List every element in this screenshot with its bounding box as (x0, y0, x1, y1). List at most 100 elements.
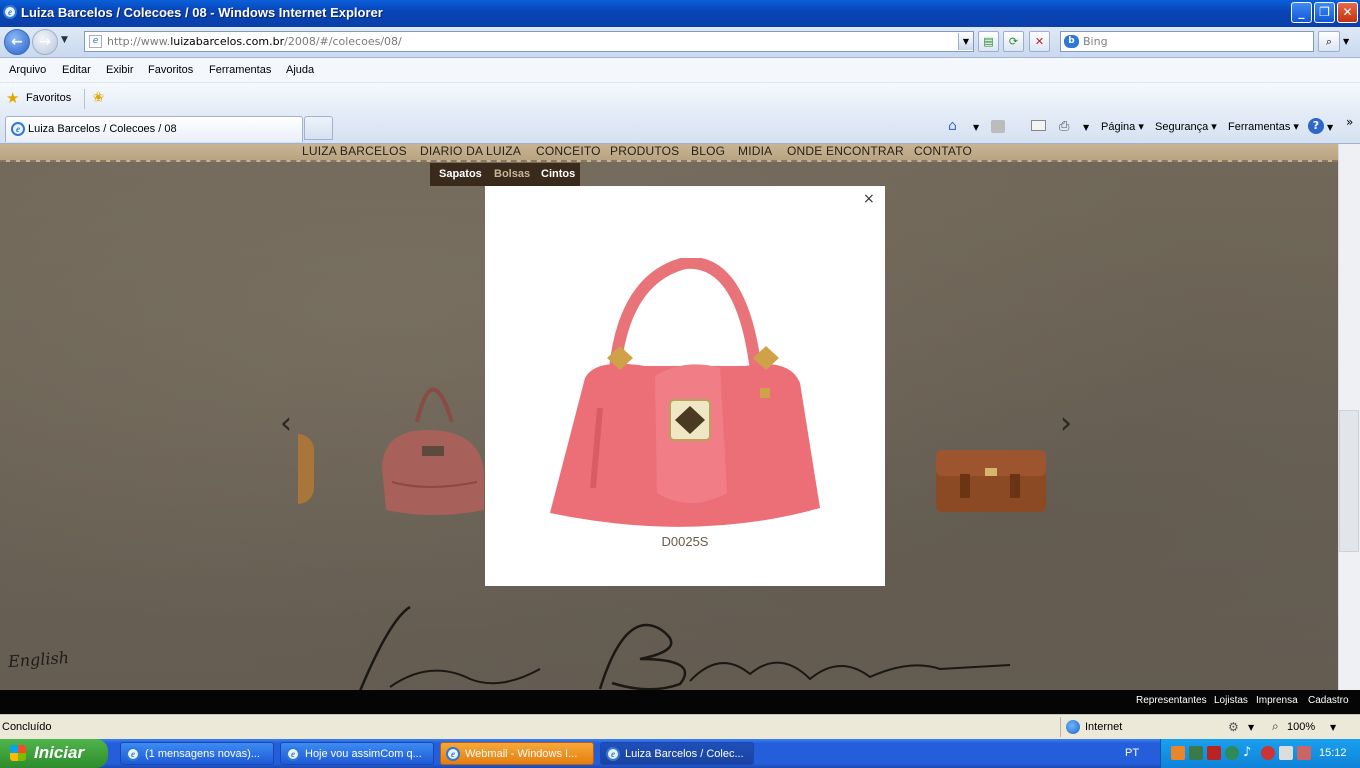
close-button[interactable]: ✕ (1337, 2, 1358, 23)
status-bar: Concluído Internet ⚙ ▼ ⌕ 100% ▼ (0, 714, 1360, 739)
nav-luiza-barcelos[interactable]: LUIZA BARCELOS (302, 144, 407, 158)
restore-button[interactable]: ❐ (1314, 2, 1335, 23)
tab-label: Luiza Barcelos / Colecoes / 08 (28, 123, 177, 135)
forward-button[interactable]: → (32, 29, 58, 55)
help-dropdown-icon[interactable]: ▼ (1327, 123, 1333, 132)
network-icon[interactable] (1279, 746, 1293, 760)
menu-help[interactable]: Ajuda (286, 64, 314, 76)
tray-app-icon-1[interactable] (1171, 746, 1185, 760)
recent-pages-dropdown-icon[interactable]: ▼ (61, 35, 68, 45)
site-footer: Representantes Lojistas Imprensa Cadastr… (0, 690, 1360, 714)
start-button[interactable]: Iniciar (0, 739, 108, 768)
subnav-sapatos[interactable]: Sapatos (439, 168, 482, 180)
compatibility-view-icon[interactable]: ▤ (978, 31, 999, 52)
nav-produtos[interactable]: PRODUTOS (610, 144, 679, 158)
subnav-bolsas[interactable]: Bolsas (494, 168, 530, 180)
footer-lojistas[interactable]: Lojistas (1214, 695, 1248, 706)
nav-diario[interactable]: DIARIO DA LUIZA (420, 144, 521, 158)
carousel-bag-left[interactable] (372, 362, 487, 524)
nav-conceito[interactable]: CONCEITO (536, 144, 601, 158)
tray-app-icon-5[interactable] (1261, 746, 1275, 760)
menu-favorites[interactable]: Favoritos (148, 64, 193, 76)
subnav-cintos[interactable]: Cintos (541, 168, 575, 180)
carousel-bag-right[interactable] (930, 444, 1050, 524)
taskbar-ie-icon: e (126, 747, 140, 761)
footer-cadastro[interactable]: Cadastro (1308, 695, 1349, 706)
menu-tools[interactable]: Ferramentas (209, 64, 271, 76)
address-dropdown-icon[interactable]: ▼ (958, 33, 973, 50)
search-placeholder: Bing (1083, 35, 1108, 48)
stop-icon[interactable]: ✕ (1029, 31, 1050, 52)
protected-mode-dropdown-icon[interactable]: ▼ (1248, 723, 1254, 732)
protected-mode-icon[interactable]: ⚙ (1228, 720, 1239, 734)
address-field[interactable]: e http://www.luizabarcelos.com.br/2008/#… (84, 31, 974, 52)
taskbar-item-blog[interactable]: e Hoje vou assimCom q... (280, 742, 434, 765)
product-code: D0025S (661, 534, 709, 549)
minimize-button[interactable]: _ (1291, 2, 1312, 23)
luiza-barcelos-signature-logo (359, 605, 1011, 690)
taskbar-item-webmail[interactable]: e Webmail - Windows I... (440, 742, 594, 765)
print-icon[interactable]: ⎙ (1059, 119, 1069, 134)
nav-onde-encontrar[interactable]: ONDE ENCONTRAR (787, 144, 904, 158)
tab-luiza-barcelos[interactable]: e Luiza Barcelos / Colecoes / 08 (5, 116, 303, 142)
new-tab-button[interactable] (304, 116, 333, 140)
menu-view[interactable]: Exibir (106, 64, 134, 76)
tray-app-icon-2[interactable] (1189, 746, 1203, 760)
security-menu[interactable]: Segurança ▾ (1155, 120, 1217, 133)
window-title: Luiza Barcelos / Colecoes / 08 - Windows… (21, 5, 383, 20)
menu-file[interactable]: Arquivo (9, 64, 46, 76)
zoom-dropdown-icon[interactable]: ▼ (1330, 723, 1336, 732)
nav-midia[interactable]: MIDIA (738, 144, 772, 158)
tray-app-icon-6[interactable] (1297, 746, 1311, 760)
scrollbar-thumb[interactable] (1339, 410, 1359, 552)
product-lightbox: × D0025S (485, 186, 885, 586)
help-icon[interactable]: ? (1308, 118, 1324, 134)
product-image-pink-bag (550, 258, 820, 527)
toolbar-overflow-icon[interactable]: » (1346, 115, 1353, 129)
address-url: http://www.luizabarcelos.com.br/2008/#/c… (107, 35, 402, 48)
lightbox-close-button[interactable]: × (863, 191, 875, 207)
menu-edit[interactable]: Editar (62, 64, 91, 76)
menu-bar: Arquivo Editar Exibir Favoritos Ferramen… (0, 58, 1360, 83)
carousel-item-partial[interactable] (298, 434, 314, 504)
back-button[interactable]: ← (4, 29, 30, 55)
nav-contato[interactable]: CONTATO (914, 144, 972, 158)
mail-icon[interactable] (1031, 120, 1046, 131)
home-icon[interactable]: ⌂ (948, 118, 957, 134)
tray-app-icon-3[interactable] (1207, 746, 1221, 760)
carousel-next-arrow-icon[interactable]: › (1060, 406, 1072, 441)
carousel-prev-arrow-icon[interactable]: ‹ (280, 406, 292, 441)
nav-blog[interactable]: BLOG (691, 144, 725, 158)
footer-imprensa[interactable]: Imprensa (1256, 695, 1298, 706)
page-menu[interactable]: Página ▾ (1101, 120, 1144, 133)
tray-app-icon-4[interactable] (1225, 746, 1239, 760)
language-indicator[interactable]: PT (1125, 747, 1139, 759)
refresh-icon[interactable]: ⟳ (1003, 31, 1024, 52)
volume-icon[interactable]: ♪ (1243, 745, 1251, 760)
zoom-level[interactable]: 100% (1287, 721, 1315, 733)
clock[interactable]: 15:12 (1319, 747, 1347, 759)
favorites-button[interactable]: Favoritos (26, 92, 71, 104)
add-favorite-icon[interactable]: ✬ (92, 88, 105, 106)
tab-favicon-icon: e (11, 122, 25, 136)
footer-representantes[interactable]: Representantes (1136, 695, 1207, 706)
search-icon[interactable]: ⌕ (1318, 31, 1340, 52)
search-input[interactable]: b Bing (1060, 31, 1314, 52)
search-options-icon[interactable]: ▼ (1343, 37, 1349, 46)
window-title-bar[interactable]: e Luiza Barcelos / Colecoes / 08 - Windo… (0, 0, 1360, 27)
favorites-divider (84, 89, 85, 109)
internet-zone-globe-icon (1066, 720, 1080, 734)
taskbar-item-luiza-barcelos[interactable]: e Luiza Barcelos / Colec... (600, 742, 754, 765)
start-label: Iniciar (34, 743, 85, 762)
taskbar-ie-icon: e (606, 747, 620, 761)
product-subnav: Sapatos Bolsas Cintos (430, 163, 580, 186)
taskbar-item-mail[interactable]: e (1 mensagens novas)... (120, 742, 274, 765)
status-text: Concluído (2, 721, 52, 733)
feeds-icon[interactable] (991, 120, 1005, 133)
favorites-bar: ★ Favoritos ✬ (0, 83, 1360, 114)
ie-logo-icon: e (3, 5, 17, 19)
print-dropdown-icon[interactable]: ▼ (1083, 123, 1089, 132)
tools-menu[interactable]: Ferramentas ▾ (1228, 120, 1299, 133)
zoom-icon[interactable]: ⌕ (1272, 719, 1279, 734)
home-dropdown-icon[interactable]: ▼ (973, 123, 979, 132)
